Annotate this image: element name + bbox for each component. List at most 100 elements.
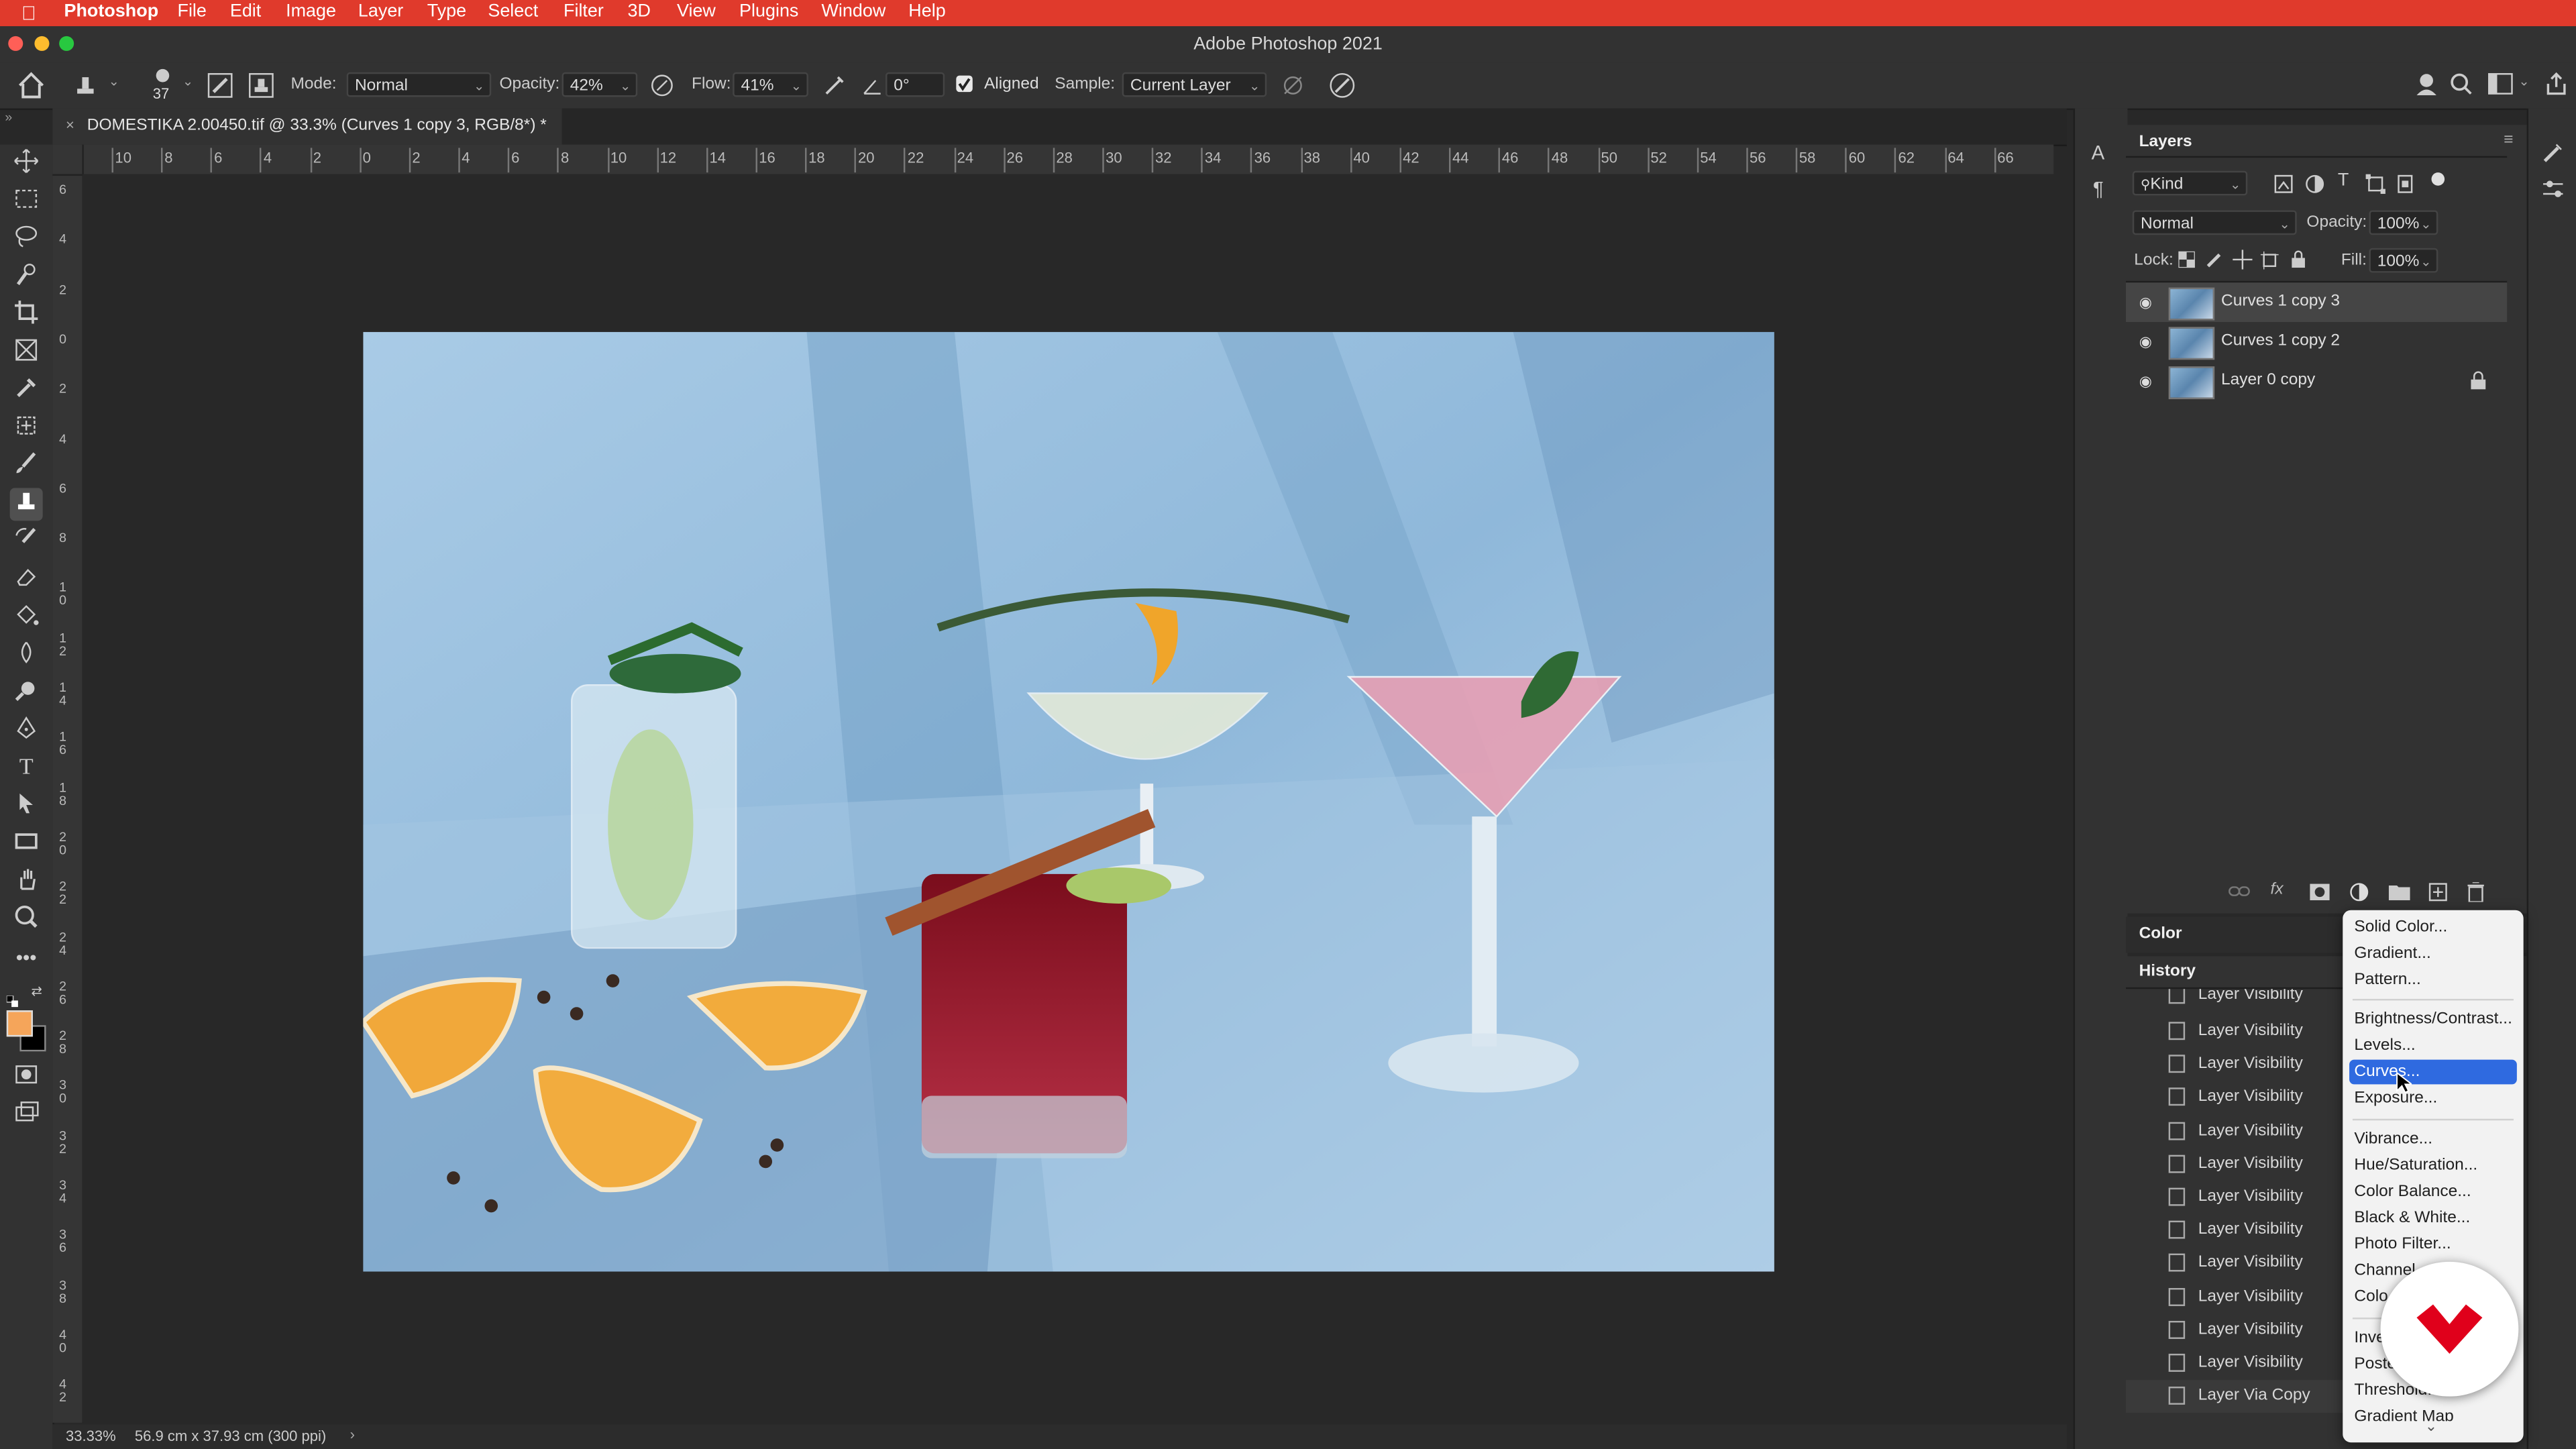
foreground-color-swatch[interactable]: [6, 1010, 33, 1037]
history-item[interactable]: Layer Visibility: [2126, 1347, 2349, 1380]
new-layer-icon[interactable]: [2428, 882, 2448, 902]
blur-tool-icon[interactable]: [10, 639, 43, 672]
apple-menu-icon[interactable]: : [21, 1, 36, 24]
visibility-eye-icon[interactable]: ◉: [2136, 371, 2155, 390]
menu-file[interactable]: File: [177, 1, 206, 21]
menu-item-black-white[interactable]: Black & White...: [2349, 1206, 2517, 1231]
lasso-tool-icon[interactable]: [10, 223, 43, 256]
ignore-adjustment-layers-icon[interactable]: [1280, 72, 1306, 99]
history-item[interactable]: Layer Visibility: [2126, 1281, 2349, 1314]
menu-item-color-balance[interactable]: Color Balance...: [2349, 1179, 2517, 1204]
quick-selection-tool-icon[interactable]: [10, 261, 43, 294]
move-tool-icon[interactable]: [10, 148, 43, 180]
panel-menu-icon[interactable]: ≡: [2504, 131, 2513, 150]
pressure-size-icon[interactable]: [1328, 70, 1357, 100]
link-layers-icon[interactable]: [2228, 884, 2251, 900]
history-item[interactable]: Layer Visibility: [2126, 1081, 2349, 1114]
healing-brush-tool-icon[interactable]: [10, 413, 43, 445]
lock-transparent-icon[interactable]: [2178, 250, 2196, 269]
menu-plugins[interactable]: Plugins: [739, 1, 798, 21]
menu-layer[interactable]: Layer: [358, 1, 403, 21]
dodge-tool-icon[interactable]: [10, 677, 43, 710]
zoom-tool-icon[interactable]: [10, 904, 43, 936]
history-item[interactable]: Layer Visibility: [2126, 1181, 2349, 1214]
lock-artboard-icon[interactable]: [2260, 251, 2279, 270]
layers-panel-title[interactable]: Layers: [2139, 133, 2192, 151]
brush-size-value[interactable]: 37: [153, 85, 170, 101]
brush-settings-icon[interactable]: [207, 72, 233, 99]
color-panel-tab[interactable]: Color: [2139, 925, 2182, 943]
blend-mode-dropdown[interactable]: Normal ⌄: [2132, 210, 2297, 235]
eraser-tool-icon[interactable]: [10, 564, 43, 596]
flow-field[interactable]: 41% ⌄: [733, 72, 808, 97]
preset-chevron-icon[interactable]: ⌄: [109, 74, 119, 89]
workspace-chevron-icon[interactable]: ⌄: [2518, 74, 2529, 89]
adjustments-panel-icon[interactable]: [2542, 177, 2565, 200]
brush-tool-icon[interactable]: [10, 450, 43, 483]
brush-settings-panel-icon[interactable]: [2542, 142, 2565, 164]
history-item[interactable]: Layer Visibility: [2126, 1214, 2349, 1247]
history-brush-tool-icon[interactable]: [10, 526, 43, 559]
fill-field[interactable]: 100% ⌄: [2369, 248, 2438, 273]
layer-row[interactable]: ◉ Layer 0 copy: [2126, 362, 2507, 401]
filter-smart-object-icon[interactable]: [2396, 174, 2415, 194]
filter-toggle-icon[interactable]: [2431, 172, 2445, 186]
path-selection-tool-icon[interactable]: [10, 790, 43, 823]
menu-item-exposure[interactable]: Exposure...: [2349, 1086, 2517, 1111]
delete-layer-icon[interactable]: [2467, 881, 2484, 903]
menu-scroll-down-icon[interactable]: ⌄: [2425, 1417, 2437, 1436]
menu-3d[interactable]: 3D: [628, 1, 651, 21]
history-item[interactable]: Layer Visibility: [2126, 1314, 2349, 1347]
history-item[interactable]: Layer Visibility: [2126, 989, 2349, 1012]
layer-row[interactable]: ◉ Curves 1 copy 3: [2126, 282, 2508, 323]
menu-image[interactable]: Image: [286, 1, 336, 21]
menu-view[interactable]: View: [677, 1, 716, 21]
default-colors-icon[interactable]: [6, 985, 18, 1008]
menu-item-photo-filter[interactable]: Photo Filter...: [2349, 1232, 2517, 1257]
workspace-icon[interactable]: [2487, 72, 2514, 95]
clone-source-icon[interactable]: [248, 72, 274, 99]
history-item[interactable]: Layer Via Copy: [2126, 1380, 2350, 1413]
frame-tool-icon[interactable]: [10, 337, 43, 370]
aligned-checkbox[interactable]: [956, 75, 973, 93]
pressure-opacity-icon[interactable]: [649, 72, 675, 99]
history-item[interactable]: Layer Visibility: [2126, 1048, 2349, 1081]
angle-field[interactable]: 0°: [885, 72, 945, 97]
close-tab-icon[interactable]: ×: [66, 117, 74, 133]
filter-adjustment-icon[interactable]: [2305, 174, 2324, 194]
menu-item-hue-saturation[interactable]: Hue/Saturation...: [2349, 1153, 2517, 1178]
paragraph-panel-icon[interactable]: ¶: [2093, 177, 2116, 200]
history-item[interactable]: Layer Visibility: [2126, 1247, 2349, 1280]
brush-chevron-icon[interactable]: ⌄: [182, 74, 193, 89]
document-canvas-image[interactable]: [363, 331, 1774, 1272]
menu-item-levels[interactable]: Levels...: [2349, 1033, 2517, 1058]
document-tab[interactable]: × DOMESTIKA 2.00450.tif @ 33.3% (Curves …: [52, 108, 562, 145]
clone-stamp-preset-icon[interactable]: [72, 72, 99, 99]
ruler-origin[interactable]: [52, 144, 84, 176]
menu-item-brightness-contrast[interactable]: Brightness/Contrast...: [2349, 1007, 2517, 1032]
menu-select[interactable]: Select: [488, 1, 538, 21]
clone-stamp-tool-icon[interactable]: [9, 488, 43, 521]
add-mask-icon[interactable]: [2310, 883, 2330, 901]
eyedropper-tool-icon[interactable]: [10, 374, 43, 407]
filter-shape-icon[interactable]: [2365, 174, 2385, 194]
airbrush-icon[interactable]: [822, 72, 848, 99]
share-icon[interactable]: [2543, 70, 2569, 97]
quick-mask-icon[interactable]: [10, 1061, 43, 1094]
visibility-eye-icon[interactable]: ◉: [2136, 292, 2155, 312]
type-tool-icon[interactable]: T: [10, 753, 43, 786]
paint-bucket-tool-icon[interactable]: [10, 601, 43, 634]
new-group-icon[interactable]: [2388, 884, 2410, 901]
lock-position-icon[interactable]: [2233, 250, 2253, 270]
hand-tool-icon[interactable]: [10, 866, 43, 899]
sample-dropdown[interactable]: Current Layer ⌄: [1122, 72, 1267, 97]
filter-type-icon[interactable]: T: [2338, 171, 2349, 191]
home-icon[interactable]: [16, 70, 46, 100]
menu-type[interactable]: Type: [427, 1, 466, 21]
menu-item-solid-color[interactable]: Solid Color...: [2349, 915, 2517, 940]
layer-style-fx-icon[interactable]: fx: [2271, 881, 2284, 899]
edit-toolbar-icon[interactable]: •••: [10, 941, 43, 974]
brush-tip-icon[interactable]: [151, 67, 174, 83]
character-panel-icon[interactable]: A: [2092, 142, 2114, 164]
screen-mode-icon[interactable]: [10, 1099, 43, 1132]
